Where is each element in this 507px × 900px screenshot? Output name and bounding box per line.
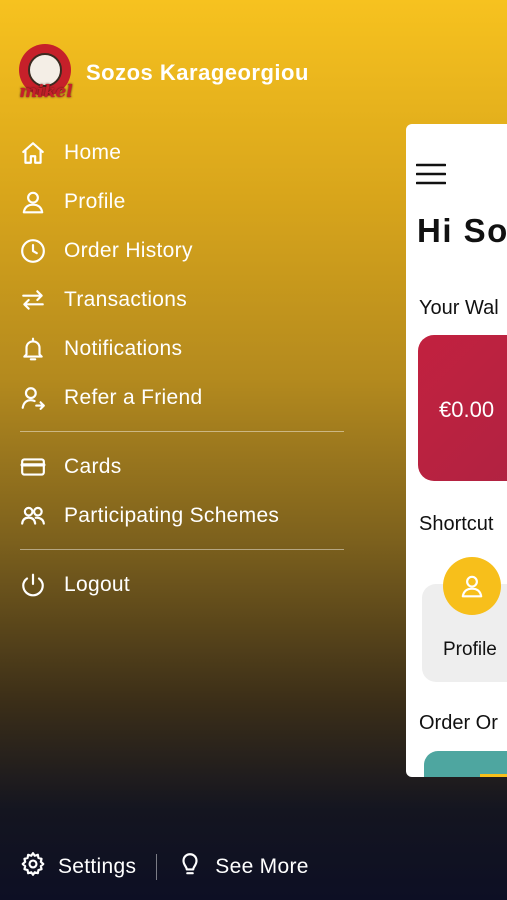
- refer-user-icon: [20, 385, 46, 411]
- menu-item-notifications[interactable]: Notifications: [20, 324, 345, 373]
- arrows-swap-icon: [20, 287, 46, 313]
- credit-card-icon: [20, 454, 46, 480]
- bell-icon: [20, 336, 46, 362]
- main-screen-preview[interactable]: Hi So Your Wal €0.00 Shortcut Profile Or…: [406, 124, 507, 777]
- menu-item-label: Transactions: [64, 287, 188, 311]
- logo-text: mikel: [19, 82, 73, 102]
- menu-item-label: Participating Schemes: [64, 503, 280, 527]
- see-more-button[interactable]: See More: [177, 851, 308, 882]
- drawer-menu: Home Profile Order History Transactions …: [20, 128, 345, 609]
- user-icon: [20, 189, 46, 215]
- brand-logo: mikel: [18, 44, 74, 102]
- clock-icon: [20, 238, 46, 264]
- order-label: Order Or: [419, 712, 498, 734]
- power-icon: [20, 572, 46, 598]
- menu-item-label: Refer a Friend: [64, 385, 203, 409]
- greeting-title: Hi So: [417, 212, 507, 249]
- menu-item-label: Logout: [64, 572, 131, 596]
- see-more-label: See More: [215, 854, 309, 878]
- wallet-card[interactable]: €0.00: [418, 335, 507, 481]
- menu-item-logout[interactable]: Logout: [20, 560, 345, 609]
- menu-item-label: Cards: [64, 454, 122, 478]
- menu-item-participating-schemes[interactable]: Participating Schemes: [20, 491, 345, 540]
- menu-divider: [20, 431, 344, 432]
- order-card-accent: [480, 774, 507, 777]
- shortcut-profile-label: Profile: [443, 639, 497, 660]
- drawer-header: mikel Sozos Karageorgiou: [18, 44, 309, 102]
- users-icon: [20, 503, 46, 529]
- shortcut-profile-user-icon[interactable]: [443, 557, 501, 615]
- menu-item-order-history[interactable]: Order History: [20, 226, 345, 275]
- shortcuts-label: Shortcut: [419, 513, 494, 535]
- menu-item-label: Home: [64, 140, 122, 164]
- menu-item-cards[interactable]: Cards: [20, 442, 345, 491]
- settings-label: Settings: [58, 854, 137, 878]
- drawer-footer: Settings See More: [20, 851, 309, 882]
- menu-item-transactions[interactable]: Transactions: [20, 275, 345, 324]
- menu-item-label: Notifications: [64, 336, 183, 360]
- settings-button[interactable]: Settings: [20, 851, 136, 882]
- menu-item-profile[interactable]: Profile: [20, 177, 345, 226]
- home-icon: [20, 140, 46, 166]
- lightbulb-icon: [177, 851, 203, 882]
- footer-divider: [156, 853, 158, 880]
- menu-divider: [20, 549, 344, 550]
- menu-item-refer-friend[interactable]: Refer a Friend: [20, 373, 345, 422]
- wallet-balance: €0.00: [439, 397, 495, 422]
- user-name: Sozos Karageorgiou: [86, 60, 309, 85]
- menu-item-home[interactable]: Home: [20, 128, 345, 177]
- gear-icon: [20, 851, 46, 882]
- wallet-label: Your Wal: [419, 297, 499, 319]
- menu-item-label: Profile: [64, 189, 126, 213]
- menu-item-label: Order History: [64, 238, 193, 262]
- hamburger-menu-icon[interactable]: [415, 162, 447, 191]
